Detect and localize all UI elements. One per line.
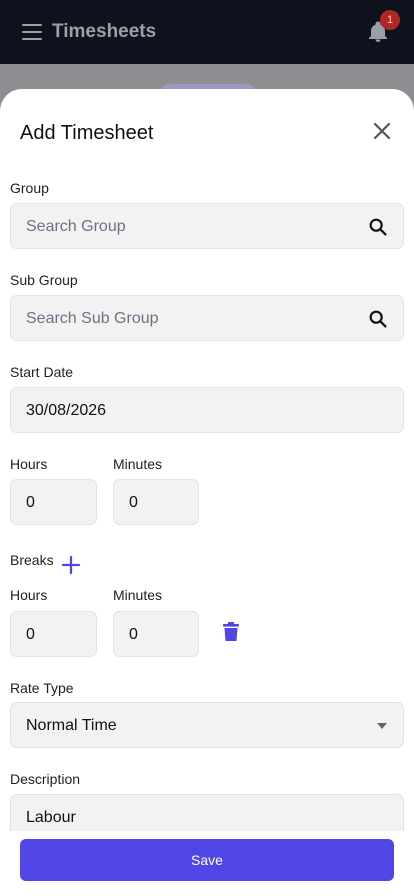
rate-type-select[interactable]: Normal Time (10, 702, 404, 748)
break-minutes-input[interactable]: 0 (113, 611, 199, 657)
rate-type-label: Rate Type (10, 680, 74, 696)
sub-group-placeholder: Search Sub Group (26, 310, 159, 327)
minutes-input[interactable]: 0 (113, 479, 199, 525)
start-date-field[interactable]: 30/08/2026 (10, 387, 404, 433)
minutes-value: 0 (129, 494, 138, 511)
start-date-value: 30/08/2026 (26, 402, 107, 419)
hours-label: Hours (10, 456, 48, 472)
search-icon[interactable] (367, 216, 389, 238)
notification-badge: 1 (380, 10, 400, 30)
break-hours-label: Hours (10, 587, 48, 603)
app-title: Timesheets (52, 21, 157, 42)
hours-value: 0 (26, 494, 35, 511)
rate-type-value: Normal Time (26, 717, 117, 734)
app-bar: Timesheets 1 (0, 0, 414, 64)
start-date-label: Start Date (10, 364, 74, 380)
minutes-label: Minutes (113, 456, 163, 472)
break-minutes-label: Minutes (113, 587, 163, 603)
description-value: Labour (26, 809, 76, 826)
group-label: Group (10, 180, 49, 196)
group-search-field[interactable]: Search Group (10, 203, 404, 249)
break-hours-input[interactable]: 0 (10, 611, 97, 657)
break-minutes-value: 0 (129, 626, 138, 643)
sub-group-label: Sub Group (10, 272, 78, 288)
trash-icon[interactable] (222, 622, 240, 642)
description-label: Description (10, 771, 81, 787)
add-timesheet-sheet: Add Timesheet Group Search Group Sub Gro… (0, 89, 414, 896)
group-placeholder: Search Group (26, 218, 126, 235)
save-button[interactable]: Save (20, 839, 394, 881)
breaks-label: Breaks (10, 552, 54, 568)
sheet-title: Add Timesheet (20, 122, 154, 144)
plus-icon[interactable] (62, 556, 80, 574)
break-hours-value: 0 (26, 626, 35, 643)
sub-group-search-field[interactable]: Search Sub Group (10, 295, 404, 341)
close-icon[interactable] (370, 119, 394, 143)
hours-input[interactable]: 0 (10, 479, 97, 525)
chevron-down-icon (377, 723, 387, 729)
hamburger-icon[interactable] (22, 24, 42, 40)
search-icon[interactable] (367, 308, 389, 330)
